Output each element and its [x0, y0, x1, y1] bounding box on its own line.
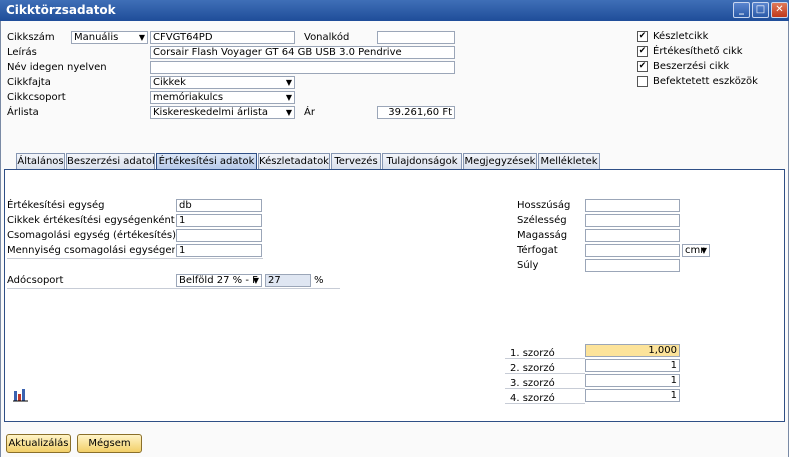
- window-title: Cikktörzsadatok: [6, 3, 116, 17]
- keszletcikk-checkbox[interactable]: ✔: [637, 31, 648, 42]
- adocsoport-label: Adócsoport: [7, 275, 64, 286]
- szelesseg-label: Szélesség: [517, 215, 567, 226]
- tab-ertekesitesi-adatok[interactable]: Értékesítési adatok: [156, 153, 257, 170]
- chevron-down-icon: ▼: [252, 276, 259, 285]
- separator: [7, 258, 263, 259]
- szorzo-2-input[interactable]: 1: [585, 359, 680, 372]
- keszletcikk-label: Készletcikk: [653, 31, 709, 42]
- tab-altalanos[interactable]: Általános: [16, 153, 65, 170]
- cikkfajta-label: Cikkfajta: [7, 77, 51, 88]
- magassag-label: Magasság: [517, 230, 568, 241]
- cikkszam-input[interactable]: CFVGT64PD: [150, 31, 295, 44]
- tab-mellekletek[interactable]: Mellékletek: [538, 153, 600, 170]
- cikkszam-mode-value: Manuális: [74, 32, 119, 43]
- adocsoport-value: Belföld 27 % - F: [179, 275, 258, 286]
- separator: [505, 358, 585, 359]
- chevron-down-icon: ▼: [285, 93, 292, 102]
- chevron-down-icon: ▼: [285, 108, 292, 117]
- cikkcsoport-label: Cikkcsoport: [7, 92, 66, 103]
- cancel-button[interactable]: Mégsem: [77, 434, 142, 453]
- cikkfajta-select[interactable]: Cikkek ▼: [150, 76, 295, 89]
- cikkek-per-egyseg-label: Cikkek értékesítési egységenként: [7, 215, 175, 226]
- terfogat-label: Térfogat: [517, 245, 558, 256]
- leiras-input[interactable]: Corsair Flash Voyager GT 64 GB USB 3.0 P…: [150, 46, 455, 59]
- csomagolasi-egyseg-input[interactable]: [176, 229, 262, 242]
- ertekesitheto-label: Értékesíthető cikk: [653, 46, 743, 57]
- adocsoport-select[interactable]: Belföld 27 % - F ▼: [176, 274, 262, 287]
- mennyiseg-csomag-input[interactable]: 1: [176, 244, 262, 257]
- terfogat-input[interactable]: [585, 244, 680, 257]
- beszerzesi-checkbox[interactable]: ✔: [637, 61, 648, 72]
- separator: [7, 288, 340, 289]
- chevron-down-icon: ▼: [138, 33, 145, 42]
- mennyiseg-csomag-label: Mennyiség csomagolási egységenként: [7, 245, 175, 256]
- befektetett-checkbox[interactable]: [637, 76, 648, 87]
- ertekesitesi-egyseg-label: Értékesítési egység: [7, 200, 105, 211]
- arlista-value: Kiskereskedelmi árlista: [153, 107, 269, 118]
- chevron-down-icon: ▼: [285, 78, 292, 87]
- cikkszam-mode-select[interactable]: Manuális ▼: [71, 31, 148, 44]
- separator: [505, 373, 585, 374]
- cikkcsoport-select[interactable]: memóriakulcs ▼: [150, 91, 295, 104]
- close-button[interactable]: ✕: [771, 2, 788, 18]
- suly-label: Súly: [517, 260, 539, 271]
- beszerzesi-label: Beszerzési cikk: [653, 61, 730, 72]
- suly-input[interactable]: [585, 259, 680, 272]
- magassag-input[interactable]: [585, 229, 680, 242]
- tab-megjegyzesek[interactable]: Megjegyzések: [463, 153, 537, 170]
- szorzo-3-input[interactable]: 1: [585, 374, 680, 387]
- minimize-button[interactable]: _: [733, 2, 750, 18]
- tab-beszerzesi-adatok[interactable]: Beszerzési adatok: [66, 153, 155, 170]
- cikkszam-label: Cikkszám: [7, 32, 55, 43]
- hosszusag-label: Hosszúság: [517, 200, 571, 211]
- befektetett-label: Befektetett eszközök: [653, 76, 758, 87]
- vonalkod-input[interactable]: [377, 31, 455, 44]
- hosszusag-input[interactable]: [585, 199, 680, 212]
- vonalkod-label: Vonalkód: [304, 32, 350, 43]
- ar-input[interactable]: 39.261,60 Ft: [377, 106, 455, 119]
- ado-rate-field: 27: [265, 274, 311, 287]
- ertekesitesi-egyseg-input[interactable]: db: [176, 199, 262, 212]
- update-button[interactable]: Aktualizálás: [6, 434, 71, 453]
- ar-label: Ár: [304, 107, 315, 118]
- cikkcsoport-value: memóriakulcs: [153, 92, 224, 103]
- terfogat-unit-select[interactable]: cmr ▼: [682, 244, 710, 257]
- arlista-label: Árlista: [7, 107, 39, 118]
- tab-tulajdonsagok[interactable]: Tulajdonságok: [382, 153, 462, 170]
- cikkek-per-egyseg-input[interactable]: 1: [176, 214, 262, 227]
- chevron-down-icon: ▼: [700, 246, 707, 255]
- szorzo-4-input[interactable]: 1: [585, 389, 680, 402]
- tab-keszletadatok[interactable]: Készletadatok: [258, 153, 330, 170]
- maximize-button[interactable]: □: [752, 2, 769, 18]
- title-bar: Cikktörzsadatok _ □ ✕: [0, 0, 789, 21]
- leiras-label: Leírás: [7, 47, 37, 58]
- separator: [505, 403, 585, 404]
- bar-chart-icon[interactable]: [13, 388, 29, 402]
- szelesseg-input[interactable]: [585, 214, 680, 227]
- arlista-select[interactable]: Kiskereskedelmi árlista ▼: [150, 106, 295, 119]
- nev-idegen-label: Név idegen nyelven: [7, 62, 107, 73]
- percent-label: %: [314, 275, 324, 286]
- ertekesitheto-checkbox[interactable]: ✔: [637, 46, 648, 57]
- szorzo-1-input[interactable]: 1,000: [585, 344, 680, 357]
- csomagolasi-egyseg-label: Csomagolási egység (értékesítés): [7, 230, 177, 241]
- tab-tervezes[interactable]: Tervezés: [331, 153, 381, 170]
- nev-idegen-input[interactable]: [150, 61, 455, 74]
- cikkfajta-value: Cikkek: [153, 77, 186, 88]
- separator: [505, 388, 585, 389]
